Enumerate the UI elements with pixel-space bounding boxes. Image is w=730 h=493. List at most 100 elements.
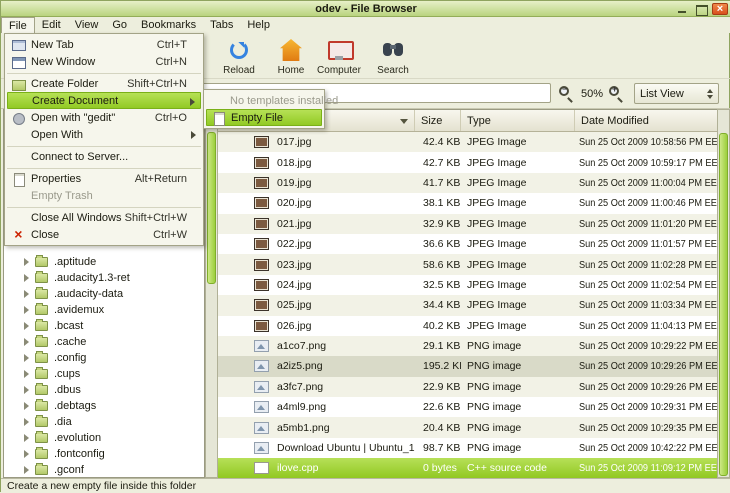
expander-icon[interactable] — [24, 434, 29, 442]
file-row[interactable]: a4ml9.png 22.6 KB PNG image Sun 25 Oct 2… — [218, 397, 717, 417]
menubar-item[interactable]: Help — [240, 17, 277, 33]
column-header-type[interactable]: Type — [461, 110, 575, 131]
column-header-date[interactable]: Date Modified — [575, 110, 717, 131]
menu-item[interactable]: Connect to Server... — [7, 148, 201, 165]
file-date-cell: Sun 25 Oct 2009 11:04:13 PM EET — [575, 320, 717, 332]
file-row[interactable]: 023.jpg 58.6 KB JPEG Image Sun 25 Oct 20… — [218, 254, 717, 274]
file-date-cell: Sun 25 Oct 2009 10:29:26 PM EET — [575, 381, 717, 393]
column-header-size[interactable]: Size — [415, 110, 461, 131]
toolbar-button[interactable]: Reload — [213, 35, 265, 77]
menubar-item[interactable]: Edit — [35, 17, 68, 33]
submenu-item[interactable]: Empty File — [206, 109, 322, 126]
minimize-icon[interactable] — [674, 3, 690, 15]
toolbar-button[interactable]: Search — [367, 35, 419, 77]
tree-item[interactable]: .audacity-data — [4, 286, 204, 302]
menu-item[interactable]: New Window Ctrl+N — [7, 53, 201, 70]
list-scrollbar-thumb[interactable] — [719, 133, 728, 476]
tree-item[interactable]: .audacity1.3-ret — [4, 270, 204, 286]
tree-item[interactable]: .fontconfig — [4, 446, 204, 462]
tree-item[interactable]: .cups — [4, 366, 204, 382]
tree-item[interactable]: .cache — [4, 334, 204, 350]
file-row[interactable]: 026.jpg 40.2 KB JPEG Image Sun 25 Oct 20… — [218, 316, 717, 336]
expander-icon[interactable] — [24, 402, 29, 410]
toolbar-button[interactable]: Home — [265, 35, 317, 77]
file-row[interactable]: 019.jpg 41.7 KB JPEG Image Sun 25 Oct 20… — [218, 173, 717, 193]
file-name-cell: ilove.cpp — [218, 462, 415, 474]
menu-item[interactable]: Create Folder Shift+Ctrl+N — [7, 75, 201, 92]
file-row[interactable]: 022.jpg 36.6 KB JPEG Image Sun 25 Oct 20… — [218, 234, 717, 254]
combo-arrows-icon — [707, 89, 713, 99]
expander-icon[interactable] — [24, 386, 29, 394]
file-rows: 017.jpg 42.4 KB JPEG Image Sun 25 Oct 20… — [218, 132, 717, 479]
sidebar-scrollbar-thumb[interactable] — [207, 132, 216, 284]
tree-item[interactable]: .evolution — [4, 430, 204, 446]
menubar-item[interactable]: Go — [105, 17, 134, 33]
menu-item[interactable]: New Tab Ctrl+T — [7, 36, 201, 53]
file-icon — [254, 279, 269, 291]
menubar-item[interactable]: View — [68, 17, 106, 33]
menu-item[interactable]: Properties Alt+Return — [7, 170, 201, 187]
expander-icon[interactable] — [24, 290, 29, 298]
file-row[interactable]: 017.jpg 42.4 KB JPEG Image Sun 25 Oct 20… — [218, 132, 717, 152]
tree-item[interactable]: .config — [4, 350, 204, 366]
file-row[interactable]: 020.jpg 38.1 KB JPEG Image Sun 25 Oct 20… — [218, 193, 717, 213]
expander-icon[interactable] — [24, 338, 29, 346]
file-date: Sun 25 Oct 2009 11:00:04 PM EET — [579, 178, 717, 189]
file-row[interactable]: Download Ubuntu | Ubuntu_12565... 98.7 K… — [218, 438, 717, 458]
expander-icon[interactable] — [24, 418, 29, 426]
file-row[interactable]: 021.jpg 32.9 KB JPEG Image Sun 25 Oct 20… — [218, 214, 717, 234]
submenu-item[interactable]: No templates installed — [206, 92, 322, 109]
tree-item[interactable]: .gconf — [4, 462, 204, 478]
tree-item[interactable]: .avidemux — [4, 302, 204, 318]
zoom-in-icon[interactable] — [609, 86, 625, 102]
titlebar[interactable]: odev - File Browser — [1, 1, 730, 17]
file-row[interactable]: ilove.cpp 0 bytes C++ source code Sun 25… — [218, 458, 717, 478]
menu-item[interactable]: Create Document — [7, 92, 201, 109]
folder-icon — [35, 321, 48, 331]
expander-icon[interactable] — [24, 466, 29, 474]
toolbar-button[interactable]: Computer — [313, 35, 365, 77]
maximize-icon[interactable] — [693, 3, 709, 15]
menubar-item[interactable]: Bookmarks — [134, 17, 203, 33]
menu-item-shortcut: Ctrl+W — [153, 229, 197, 241]
zoom-out-icon[interactable] — [559, 86, 575, 102]
file-row[interactable]: a1co7.png 29.1 KB PNG image Sun 25 Oct 2… — [218, 336, 717, 356]
tree-item[interactable]: .aptitude — [4, 254, 204, 270]
expander-icon[interactable] — [24, 370, 29, 378]
toolbar-button-icon — [226, 37, 252, 63]
file-row[interactable]: 018.jpg 42.7 KB JPEG Image Sun 25 Oct 20… — [218, 152, 717, 172]
file-row[interactable]: 024.jpg 32.5 KB JPEG Image Sun 25 Oct 20… — [218, 275, 717, 295]
menubar-item[interactable]: File — [1, 17, 35, 33]
menubar-item[interactable]: Tabs — [203, 17, 240, 33]
menu-item[interactable]: Open with "gedit" Ctrl+O — [7, 109, 201, 126]
tree-item[interactable]: .dbus — [4, 382, 204, 398]
expander-icon[interactable] — [24, 322, 29, 330]
expander-icon[interactable] — [24, 274, 29, 282]
tree-item[interactable]: .dia — [4, 414, 204, 430]
file-size-cell: 58.6 KB — [415, 259, 461, 271]
expander-icon[interactable] — [24, 306, 29, 314]
expander-icon[interactable] — [24, 450, 29, 458]
file-name-cell: 026.jpg — [218, 320, 415, 332]
close-icon[interactable] — [712, 3, 728, 15]
file-name: ilove.cpp — [277, 462, 318, 474]
menu-item-label: Open with "gedit" — [31, 112, 115, 124]
expander-icon[interactable] — [24, 258, 29, 266]
menu-item[interactable]: Open With — [7, 126, 201, 143]
menu-item[interactable]: Close Ctrl+W — [7, 226, 201, 243]
expander-icon[interactable] — [24, 354, 29, 362]
file-size-cell: 34.4 KB — [415, 299, 461, 311]
menu-item[interactable]: Empty Trash — [7, 187, 201, 204]
file-row[interactable]: a2iz5.png 195.2 KB PNG image Sun 25 Oct … — [218, 356, 717, 376]
sidebar-scrollbar[interactable] — [205, 109, 218, 478]
file-type-cell: JPEG Image — [461, 136, 575, 148]
file-row[interactable]: a5mb1.png 20.4 KB PNG image Sun 25 Oct 2… — [218, 417, 717, 437]
file-row[interactable]: a3fc7.png 22.9 KB PNG image Sun 25 Oct 2… — [218, 377, 717, 397]
view-mode-select[interactable]: List View — [634, 83, 719, 104]
tree-item[interactable]: .bcast — [4, 318, 204, 334]
file-type-cell: JPEG Image — [461, 197, 575, 209]
menu-item[interactable]: Close All Windows Shift+Ctrl+W — [7, 209, 201, 226]
list-scrollbar[interactable] — [717, 109, 730, 478]
tree-item[interactable]: .debtags — [4, 398, 204, 414]
file-row[interactable]: 025.jpg 34.4 KB JPEG Image Sun 25 Oct 20… — [218, 295, 717, 315]
